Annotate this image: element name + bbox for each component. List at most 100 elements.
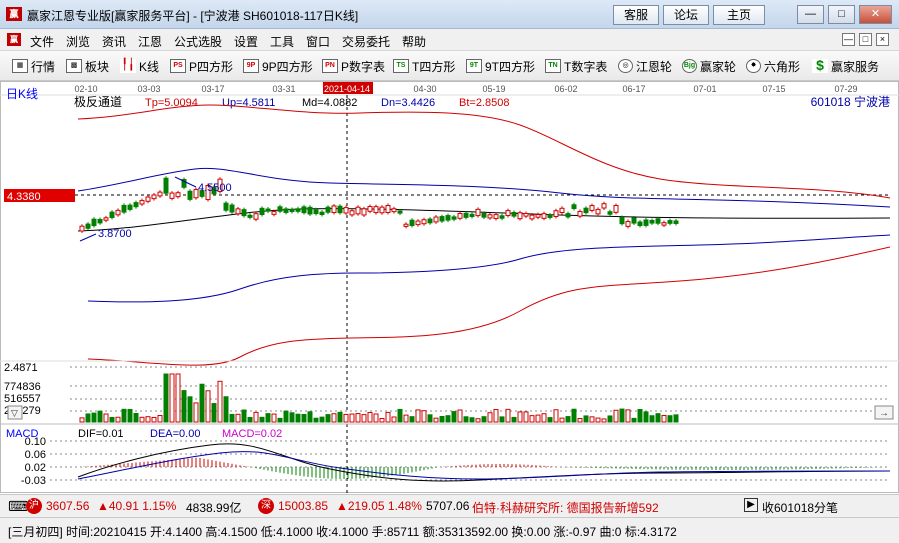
shanghai-icon: 沪: [26, 498, 42, 514]
menu-gann[interactable]: 江恩: [138, 33, 162, 50]
volume-bar: [667, 415, 673, 423]
candle-body: [559, 207, 565, 213]
ts-icon: TS: [393, 59, 409, 73]
sz-change: ▲219.05 1.48%: [336, 499, 422, 513]
volume-bar: [139, 416, 145, 423]
candle-body: [613, 205, 619, 213]
candle-body: [85, 223, 91, 229]
play-icon[interactable]: ▶: [744, 498, 758, 512]
toolbar-sector-button[interactable]: ▩ 板块: [66, 57, 109, 75]
volume-bar: [247, 416, 253, 423]
volume-bar: [103, 413, 109, 423]
chart-border: [0, 81, 899, 493]
volume-bar: [529, 415, 535, 423]
date-tick: 06-17: [622, 84, 645, 94]
candle-body: [337, 205, 343, 214]
menu-tools[interactable]: 工具: [270, 33, 294, 50]
sz-index: 15003.85: [278, 499, 329, 513]
volume-bar: [595, 417, 601, 423]
volume-bar: [157, 414, 163, 423]
volume-bar: [415, 409, 421, 423]
toolbar-quotes-button[interactable]: ▦ 行情: [12, 57, 55, 75]
volume-bar: [91, 412, 97, 423]
customer-service-button[interactable]: 客服: [613, 5, 659, 25]
toolbar-p-square-button[interactable]: PS P四方形: [170, 57, 233, 75]
volume-bar: [97, 410, 103, 423]
toolbar-p-number-button[interactable]: PN P数字表: [322, 57, 385, 75]
chevron-down-icon[interactable]: ▽: [11, 408, 18, 418]
candle-body: [625, 221, 631, 227]
macd-axis-1: 0.06: [25, 449, 46, 461]
toolbar-kline-button[interactable]: ╿╽ K线: [120, 57, 159, 75]
candle-body: [475, 208, 481, 217]
candle-body: [79, 225, 85, 232]
date-axis: 02-10 03-03 03-17 03-31 2021-04-14 04-30 05-19…: [74, 82, 858, 94]
menu-settings[interactable]: 设置: [234, 33, 258, 50]
record-link[interactable]: 收601018分笔: [762, 499, 838, 516]
candle-body: [265, 208, 271, 212]
volume-axis-top: 2.4871: [4, 362, 38, 374]
toolbar-gann-wheel-button[interactable]: ◎ 江恩轮: [618, 57, 672, 75]
candle-body: [415, 220, 421, 226]
toolbar: ▦ 行情 ▩ 板块 ╿╽ K线 PS P四方形 9P 9P四方形 PN P数字表 TS T四方…: [0, 51, 899, 81]
menu-help[interactable]: 帮助: [402, 33, 426, 50]
menu-window[interactable]: 窗口: [306, 33, 330, 50]
volume-bar: [601, 418, 607, 423]
volume-bar: [355, 413, 361, 423]
candle-body: [595, 208, 601, 215]
volume-bar: [637, 409, 643, 423]
volume-bar: [319, 416, 325, 423]
candle-body: [619, 216, 625, 225]
maximize-button[interactable]: □: [828, 5, 855, 24]
volume-bar: [361, 414, 367, 423]
menu-info[interactable]: 资讯: [102, 33, 126, 50]
minimize-button[interactable]: —: [797, 5, 824, 24]
homepage-button[interactable]: 主页: [713, 5, 765, 25]
volume-bar: [493, 409, 499, 423]
toolbar-service-button[interactable]: $ 赢家服务: [812, 57, 879, 75]
toolbar-hexagon-button[interactable]: ✸ 六角形: [746, 57, 800, 75]
volume-bar: [391, 416, 397, 423]
date-tick: 03-03: [137, 84, 160, 94]
mdi-close-button[interactable]: ×: [876, 33, 889, 46]
candle-body: [121, 204, 127, 213]
mdi-restore-button[interactable]: □: [859, 33, 872, 46]
candle-body: [547, 214, 553, 218]
date-tick: 04-30: [413, 84, 436, 94]
toolbar-t-square-button[interactable]: TS T四方形: [393, 57, 455, 75]
date-tick: 02-10: [74, 84, 97, 94]
candle-body: [295, 208, 301, 212]
kline-chart-svg[interactable]: 02-10 03-03 03-17 03-31 2021-04-14 04-30 05-19…: [0, 81, 899, 493]
volume-bar: [583, 415, 589, 423]
volume-bar: [145, 416, 151, 423]
close-button[interactable]: ✕: [859, 5, 892, 24]
volume-bar: [385, 411, 391, 423]
volume-bar: [127, 408, 133, 423]
candle-body: [493, 214, 499, 220]
toolbar-winner-wheel-button[interactable]: Bjg 赢家轮: [682, 57, 736, 75]
menu-file[interactable]: 文件: [30, 33, 54, 50]
toolbar-9t-square-button[interactable]: 9T 9T四方形: [466, 57, 535, 75]
toolbar-t-number-button[interactable]: TN T数字表: [545, 57, 607, 75]
kline-chart-panel[interactable]: 02-10 03-03 03-17 03-31 2021-04-14 04-30 05-19…: [0, 81, 899, 493]
candle-body: [115, 209, 121, 216]
menu-trade[interactable]: 交易委托: [342, 33, 390, 50]
volume-bar: [379, 417, 385, 423]
menu-browse[interactable]: 浏览: [66, 33, 90, 50]
forum-button[interactable]: 论坛: [663, 5, 709, 25]
mdi-minimize-button[interactable]: —: [842, 33, 855, 46]
volume-bar: [169, 373, 175, 423]
volume-bar: [211, 403, 217, 423]
volume-bar: [439, 415, 445, 423]
volume-bar: [295, 413, 301, 423]
bar-info-status: [三月初四] 时间:20210415 开:4.1400 高:4.1500 低:4…: [0, 517, 899, 543]
volume-bar: [397, 408, 403, 423]
menu-formula[interactable]: 公式选股: [174, 33, 222, 50]
volume-bar: [151, 416, 157, 423]
volume-bar: [433, 417, 439, 423]
arrow-right-icon[interactable]: →: [879, 408, 889, 419]
toolbar-9p-square-button[interactable]: 9P 9P四方形: [243, 57, 313, 75]
news-ticker[interactable]: 伯特·科赫研究所: 德国报告新增592: [472, 499, 740, 516]
hexagon-icon: ✸: [746, 59, 761, 73]
candle-body: [223, 202, 229, 211]
